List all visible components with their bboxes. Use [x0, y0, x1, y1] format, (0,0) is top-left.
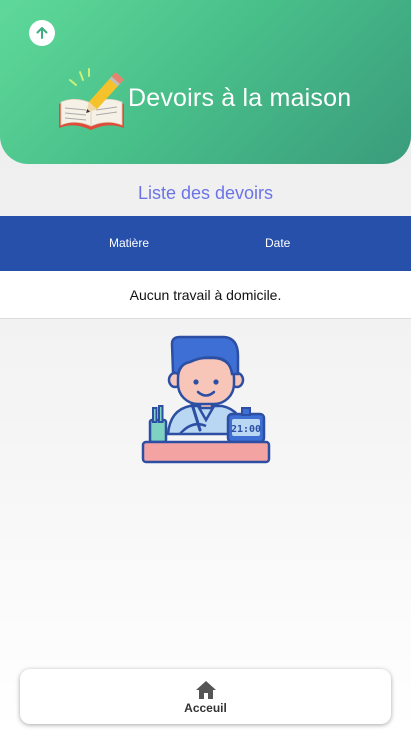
bottom-nav-home-label: Acceuil: [184, 701, 227, 715]
clock-display: 21:00: [231, 424, 261, 435]
page-title: Devoirs à la maison: [128, 84, 352, 112]
homework-table-header: Matière Date: [0, 216, 411, 271]
book-pencil-icon: [59, 68, 124, 130]
page-header: Devoirs à la maison: [0, 0, 411, 164]
bottom-nav-home[interactable]: Acceuil: [20, 669, 391, 724]
arrow-up-icon: [36, 27, 48, 39]
home-icon: [195, 681, 216, 699]
empty-state-message: Aucun travail à domicile.: [0, 271, 411, 319]
back-button[interactable]: [29, 20, 55, 46]
column-header-date[interactable]: Date: [265, 236, 290, 250]
column-header-subject[interactable]: Matière: [109, 236, 149, 250]
student-writing-icon: 21:00: [141, 335, 271, 464]
homework-list-title: Liste des devoirs: [137, 183, 274, 203]
